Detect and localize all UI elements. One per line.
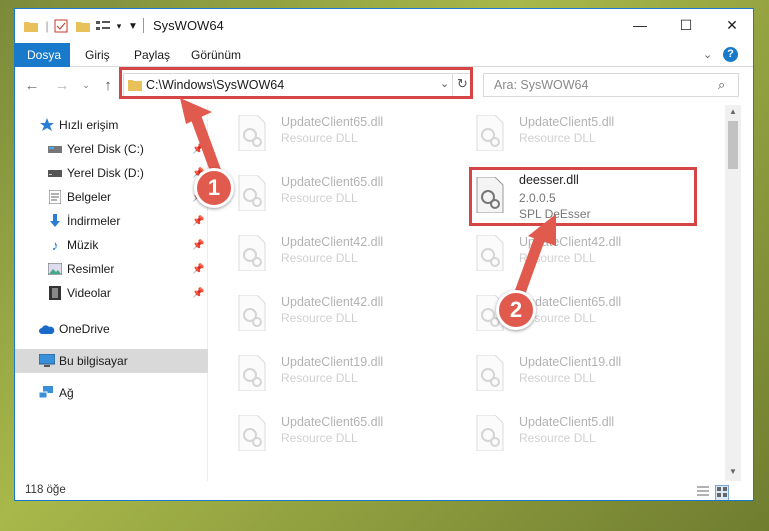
step-badge-2: 2 — [496, 290, 536, 330]
step-badge-1: 1 — [194, 168, 234, 208]
annotation-arrows — [180, 98, 556, 304]
arrow-2 — [512, 214, 556, 304]
